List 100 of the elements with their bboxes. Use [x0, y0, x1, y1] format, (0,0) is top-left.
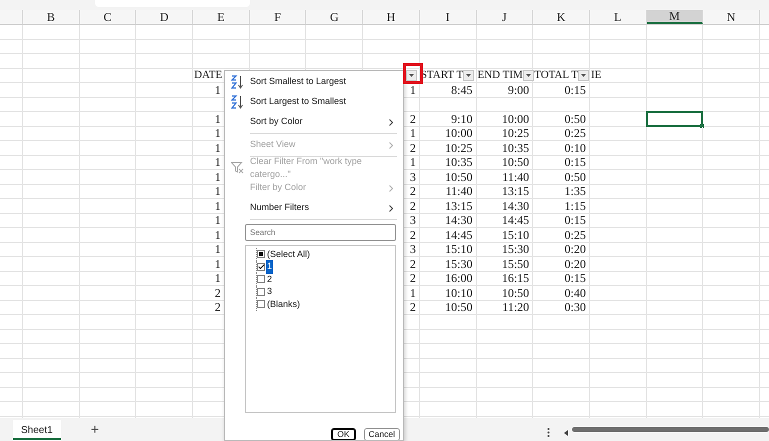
- table-cell: 16:00: [445, 272, 472, 284]
- menu-item[interactable]: Sort Smallest to Largest: [225, 72, 401, 92]
- more-options-icon[interactable]: [547, 425, 550, 440]
- scrollbar-thumb[interactable]: [572, 427, 769, 432]
- table-cell: 2: [410, 228, 416, 241]
- table-cell: 1:15: [564, 200, 586, 212]
- table-cell: 0:30: [564, 301, 586, 314]
- table-cell: 14:45: [445, 228, 472, 241]
- table-cell: 11:40: [446, 185, 472, 198]
- caret-icon: [526, 74, 531, 77]
- table-cell: 1: [214, 185, 221, 198]
- column-header[interactable]: I: [420, 10, 476, 24]
- table-cell: 13:15: [445, 200, 472, 212]
- value-label[interactable]: 1: [266, 260, 274, 274]
- checkbox[interactable]: [257, 262, 265, 271]
- table-cell: 8:45: [451, 84, 472, 96]
- table-cell: 15:10: [502, 228, 530, 241]
- table-cell: 0:20: [564, 258, 586, 270]
- table-cell: 0:25: [564, 127, 586, 140]
- table-cell: 0:10: [564, 142, 586, 154]
- dialog-button[interactable]: OK: [331, 428, 356, 440]
- filter-button[interactable]: [406, 70, 417, 81]
- table-cell: 11:20: [502, 301, 530, 314]
- table-cell: 9:10: [451, 112, 472, 125]
- table-cell: 10:50: [445, 170, 472, 183]
- caret-icon: [581, 74, 586, 77]
- table-cell: 15:30: [445, 258, 472, 270]
- column-header[interactable]: B: [23, 10, 80, 24]
- table-cell: 1:35: [564, 185, 586, 198]
- table-cell: 10:00: [445, 127, 472, 140]
- table-cell: 2: [410, 185, 416, 198]
- dialog-button[interactable]: Cancel: [364, 428, 400, 440]
- table-cell: 11:40: [502, 170, 530, 183]
- table-cell: 1: [410, 127, 416, 140]
- value-label[interactable]: (Blanks): [266, 298, 302, 311]
- table-cell: 1: [214, 200, 221, 212]
- table-cell: 14:30: [445, 214, 472, 226]
- table-cell: 15:10: [445, 243, 472, 256]
- sheet-tab[interactable]: Sheet1: [13, 420, 61, 440]
- sort-descending-icon: [231, 95, 244, 109]
- column-title: END TIM: [476, 70, 523, 81]
- menu-item[interactable]: Number Filters: [225, 198, 401, 218]
- column-header[interactable]: N: [703, 10, 760, 24]
- table-cell: 0:20: [564, 243, 586, 256]
- table-cell: 10:10: [445, 286, 472, 299]
- filter-button[interactable]: [522, 70, 534, 81]
- column-header[interactable]: K: [533, 10, 590, 24]
- column-header[interactable]: C: [80, 10, 136, 24]
- menu-item[interactable]: Sort Largest to Smallest: [225, 92, 401, 112]
- clear-filter-icon: [231, 162, 244, 174]
- checkbox[interactable]: [257, 250, 265, 258]
- filter-button[interactable]: [578, 70, 590, 81]
- table-cell: 0:50: [564, 112, 586, 125]
- table-cell: 14:45: [502, 214, 530, 226]
- value-label[interactable]: 2: [266, 272, 274, 286]
- column-header[interactable]: H: [363, 10, 420, 24]
- menu-item[interactable]: Sort by Color: [225, 112, 401, 132]
- table-cell: 15:50: [502, 258, 530, 270]
- table-cell: 2: [410, 142, 416, 154]
- caret-icon: [466, 74, 472, 77]
- table-cell: 1: [214, 258, 221, 270]
- table-cell: 1: [214, 84, 221, 96]
- column-header[interactable]: D: [136, 10, 194, 24]
- table-cell: 0:25: [564, 228, 586, 241]
- filter-button[interactable]: [463, 70, 474, 81]
- table-cell: 10:35: [445, 156, 472, 168]
- checkbox[interactable]: [257, 288, 265, 296]
- table-cell: 1: [410, 156, 416, 168]
- column-header[interactable]: J: [476, 10, 534, 24]
- table-cell: 1: [410, 286, 416, 299]
- column-title: IE: [591, 70, 602, 81]
- table-cell: 10:35: [502, 142, 530, 154]
- table-cell: 13:15: [502, 185, 530, 198]
- value-label[interactable]: (Select All): [266, 248, 312, 261]
- add-sheet-button[interactable]: +: [86, 419, 103, 440]
- table-cell: 0:15: [564, 272, 586, 284]
- table-cell: 1: [214, 214, 221, 226]
- table-cell: 15:30: [502, 243, 530, 256]
- column-header[interactable]: E: [193, 10, 250, 24]
- sort-ascending-icon: [231, 75, 244, 89]
- table-cell: 2: [410, 112, 416, 125]
- table-cell: 3: [410, 170, 416, 183]
- table-cell: 1: [214, 112, 221, 125]
- checkbox[interactable]: [257, 275, 265, 284]
- table-cell: 1: [214, 228, 221, 241]
- table-cell: 2: [410, 258, 416, 270]
- table-cell: 10:25: [502, 127, 530, 140]
- search-field[interactable]: Search: [245, 224, 396, 241]
- table-cell: 2: [214, 301, 221, 314]
- active-cell[interactable]: [646, 111, 704, 126]
- checkbox[interactable]: [257, 300, 265, 308]
- table-cell: 1: [214, 170, 221, 183]
- column-header[interactable]: M: [646, 10, 704, 24]
- table-cell: 9:00: [508, 84, 530, 96]
- column-header[interactable]: G: [306, 10, 364, 24]
- table-cell: 1: [214, 156, 221, 168]
- column-title: DATE: [193, 70, 222, 81]
- column-header[interactable]: F: [250, 10, 306, 24]
- value-label[interactable]: 3: [266, 285, 274, 298]
- table-cell: 3: [410, 214, 416, 226]
